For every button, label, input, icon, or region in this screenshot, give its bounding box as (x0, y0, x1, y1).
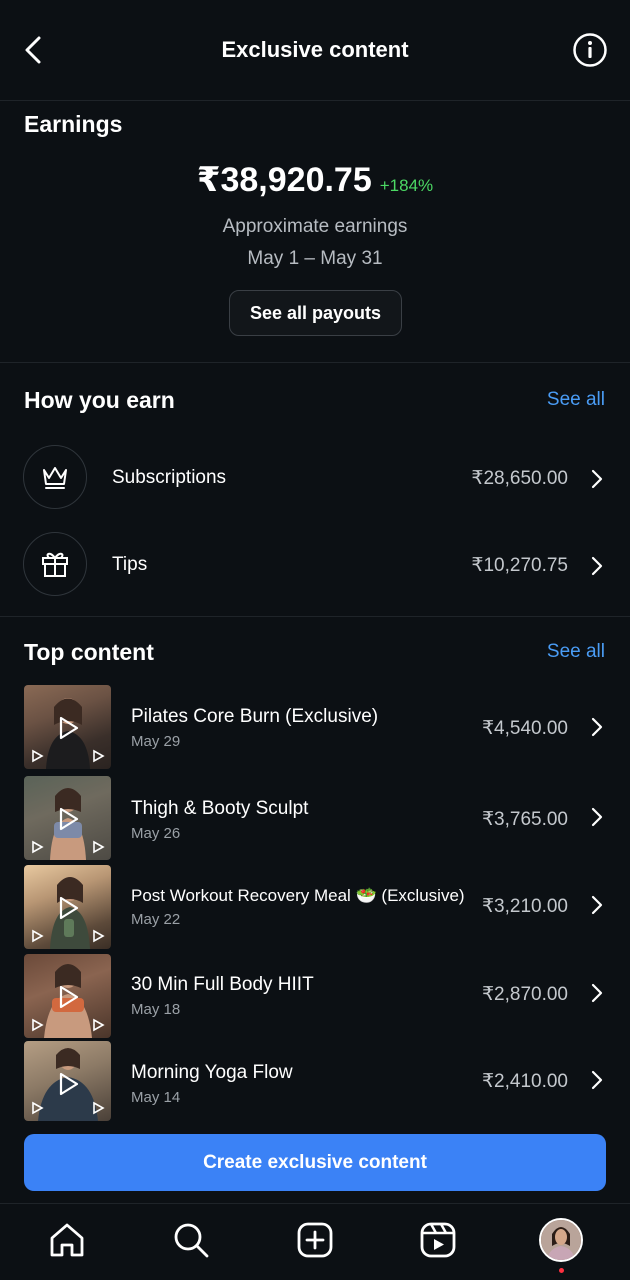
content-thumbnail (24, 776, 111, 860)
earn-label: Subscriptions (112, 467, 227, 488)
see-all-payouts-button[interactable]: See all payouts (229, 290, 402, 336)
chevron-right-icon (591, 717, 603, 737)
content-title: Pilates Core Burn (Exclusive) (131, 706, 379, 727)
content-thumbnail (24, 954, 111, 1038)
play-icon (93, 840, 105, 854)
chevron-right-icon (591, 469, 603, 489)
gift-icon (42, 552, 68, 577)
play-icon (59, 807, 79, 831)
bottom-tab-bar (0, 1203, 630, 1280)
content-date: May 29 (131, 733, 181, 750)
play-icon (93, 1018, 105, 1032)
reels-icon (420, 1222, 456, 1258)
top-content-see-all-link[interactable]: See all (547, 641, 605, 663)
tab-profile[interactable] (539, 1218, 583, 1262)
back-button[interactable] (14, 30, 54, 70)
section-divider (0, 616, 630, 617)
info-icon (573, 33, 607, 67)
content-thumbnail (24, 1041, 111, 1121)
earn-row-tips[interactable]: Tips ₹10,270.75 (0, 532, 630, 612)
chevron-left-icon (25, 36, 41, 64)
content-title: Thigh & Booty Sculpt (131, 798, 309, 819)
earn-icon-container (23, 532, 87, 596)
play-icon (93, 929, 105, 943)
chevron-right-icon (591, 556, 603, 576)
content-thumbnail (24, 685, 111, 769)
earnings-caption: Approximate earnings (222, 216, 408, 237)
play-icon (59, 896, 79, 920)
content-date: May 14 (131, 1089, 181, 1106)
earn-value: ₹28,650.00 (471, 468, 568, 489)
chevron-right-icon (591, 983, 603, 1003)
earnings-amount: ₹38,920.75 (196, 161, 372, 199)
content-title: 30 Min Full Body HIIT (131, 974, 314, 995)
how-you-earn-see-all-link[interactable]: See all (547, 389, 605, 411)
top-content-title: Top content (24, 639, 154, 665)
earn-icon-container (23, 445, 87, 509)
content-row[interactable]: 30 Min Full Body HIIT May 18 ₹2,870.00 (0, 954, 630, 1040)
chevron-right-icon (591, 807, 603, 827)
content-row[interactable]: Post Workout Recovery Meal 🥗 (Exclusive)… (0, 865, 630, 951)
earnings-growth: +184% (379, 176, 434, 195)
earn-value: ₹10,270.75 (471, 555, 568, 576)
play-icon (59, 716, 79, 740)
page-title: Exclusive content (221, 37, 409, 62)
header-divider (0, 100, 630, 101)
earnings-title: Earnings (24, 111, 123, 137)
content-earnings: ₹4,540.00 (481, 718, 568, 739)
content-earnings: ₹3,210.00 (481, 896, 568, 917)
play-icon (32, 749, 44, 763)
tab-search[interactable] (171, 1220, 211, 1260)
play-icon (32, 1101, 44, 1115)
play-icon (32, 1018, 44, 1032)
content-row[interactable]: Pilates Core Burn (Exclusive) May 29 ₹4,… (0, 685, 630, 771)
play-icon (93, 1101, 105, 1115)
top-app-bar: Exclusive content (0, 0, 630, 100)
home-icon (50, 1223, 84, 1257)
tab-create[interactable] (295, 1220, 335, 1260)
content-date: May 18 (131, 1001, 181, 1018)
play-icon (93, 749, 105, 763)
notification-dot (559, 1268, 564, 1273)
section-divider (0, 362, 630, 363)
chevron-right-icon (591, 895, 603, 915)
content-earnings: ₹3,765.00 (481, 809, 568, 830)
tab-home[interactable] (47, 1220, 87, 1260)
content-row[interactable]: Thigh & Booty Sculpt May 26 ₹3,765.00 (0, 776, 630, 862)
content-thumbnail (24, 865, 111, 949)
crown-icon (43, 467, 67, 489)
earn-label: Tips (112, 554, 148, 575)
play-icon (59, 1072, 79, 1096)
content-earnings: ₹2,870.00 (481, 984, 568, 1005)
tab-reels[interactable] (418, 1220, 458, 1260)
play-icon (32, 840, 44, 854)
earnings-period: May 1 – May 31 (247, 248, 383, 269)
content-row[interactable]: Morning Yoga Flow May 14 ₹2,410.00 (0, 1041, 630, 1127)
create-icon (297, 1222, 333, 1258)
play-icon (59, 985, 79, 1009)
create-exclusive-content-button[interactable]: Create exclusive content (24, 1134, 606, 1191)
play-icon (32, 929, 44, 943)
earn-row-subscriptions[interactable]: Subscriptions ₹28,650.00 (0, 445, 630, 525)
chevron-right-icon (591, 1070, 603, 1090)
content-date: May 22 (131, 911, 181, 928)
content-title: Morning Yoga Flow (131, 1062, 293, 1083)
profile-avatar (541, 1220, 581, 1260)
earnings-summary: ₹38,920.75 +184% (0, 160, 630, 200)
content-title: Post Workout Recovery Meal 🥗 (Exclusive) (131, 886, 465, 905)
how-you-earn-title: How you earn (24, 387, 175, 413)
info-button[interactable] (572, 32, 608, 68)
content-earnings: ₹2,410.00 (481, 1071, 568, 1092)
content-date: May 26 (131, 825, 181, 842)
search-icon (174, 1223, 209, 1258)
